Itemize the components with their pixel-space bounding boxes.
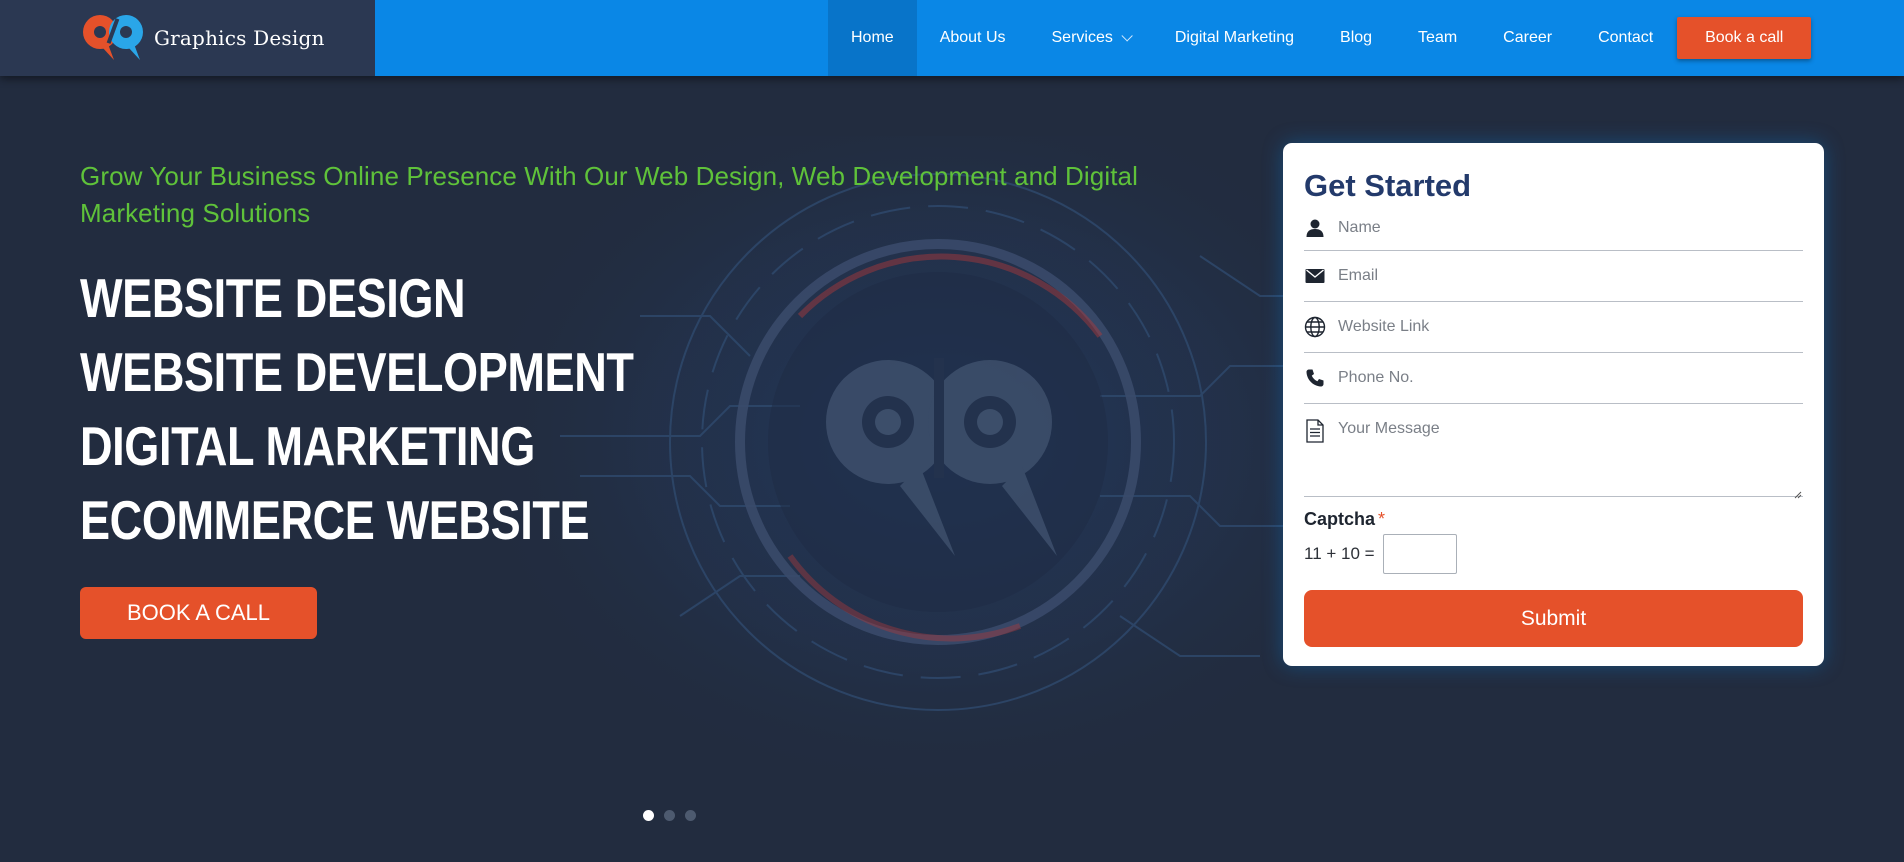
- get-started-form: Get Started Name Email Website Link Phon…: [1283, 143, 1824, 666]
- site-header: Graphics Design Home About Us Services D…: [0, 0, 1904, 76]
- nav-item-digital-marketing[interactable]: Digital Marketing: [1152, 0, 1317, 76]
- message-placeholder: Your Message: [1338, 420, 1440, 437]
- envelope-icon: [1304, 265, 1326, 287]
- slider-dot-3[interactable]: [685, 810, 696, 821]
- globe-icon: [1304, 316, 1326, 338]
- nav-item-about-us[interactable]: About Us: [917, 0, 1029, 76]
- chevron-down-icon: [1121, 30, 1133, 42]
- hero-tagline: Grow Your Business Online Presence With …: [80, 161, 1138, 228]
- website-link-placeholder: Website Link: [1338, 318, 1430, 335]
- nav-item-contact[interactable]: Contact: [1575, 0, 1676, 76]
- main-nav: Home About Us Services Digital Marketing…: [375, 0, 1904, 76]
- required-mark: *: [1378, 509, 1386, 529]
- hero-line: WEBSITE DEVELOPMENT: [80, 341, 634, 403]
- message-field[interactable]: Your Message: [1304, 404, 1803, 499]
- captcha-row: 11 + 10 =: [1304, 534, 1803, 574]
- phone-field[interactable]: Phone No.: [1304, 353, 1803, 404]
- name-placeholder: Name: [1338, 218, 1381, 236]
- brand-logo-icon: [80, 10, 148, 66]
- captcha-input[interactable]: [1382, 534, 1457, 574]
- captcha-label-text: Captcha: [1304, 509, 1376, 529]
- submit-button[interactable]: Submit: [1304, 590, 1803, 647]
- nav-item-team[interactable]: Team: [1395, 0, 1480, 76]
- nav-item-services-label: Services: [1051, 29, 1113, 46]
- nav-item-blog[interactable]: Blog: [1317, 0, 1395, 76]
- slider-dots: [643, 810, 696, 821]
- nav-item-services[interactable]: Services: [1029, 0, 1152, 76]
- captcha-question: 11 + 10 =: [1304, 544, 1375, 563]
- brand-name: Graphics Design: [154, 26, 325, 50]
- hero-line: ECOMMERCE WEBSITE: [80, 489, 590, 551]
- book-a-call-nav-button[interactable]: Book a call: [1677, 17, 1812, 59]
- nav-item-career[interactable]: Career: [1480, 0, 1575, 76]
- book-a-call-hero-button[interactable]: BOOK A CALL: [80, 587, 317, 639]
- website-link-field[interactable]: Website Link: [1304, 302, 1803, 353]
- document-icon: [1304, 419, 1326, 443]
- email-field[interactable]: Email: [1304, 251, 1803, 302]
- brand[interactable]: Graphics Design: [0, 0, 375, 76]
- nav-item-home[interactable]: Home: [828, 0, 917, 76]
- hero-line: DIGITAL MARKETING: [80, 415, 535, 477]
- hero-services-list: WEBSITE DESIGN WEBSITE DEVELOPMENT DIGIT…: [80, 261, 755, 557]
- phone-icon: [1304, 367, 1326, 389]
- form-title: Get Started: [1304, 168, 1472, 203]
- phone-placeholder: Phone No.: [1338, 369, 1414, 386]
- slider-dot-2[interactable]: [664, 810, 675, 821]
- user-icon: [1304, 217, 1326, 239]
- slider-dot-1[interactable]: [643, 810, 654, 821]
- email-placeholder: Email: [1338, 267, 1379, 284]
- name-field[interactable]: Name: [1304, 205, 1803, 251]
- hero-line: WEBSITE DESIGN: [80, 267, 466, 329]
- captcha-label: Captcha *: [1304, 509, 1803, 530]
- resize-handle-icon[interactable]: [1794, 486, 1802, 499]
